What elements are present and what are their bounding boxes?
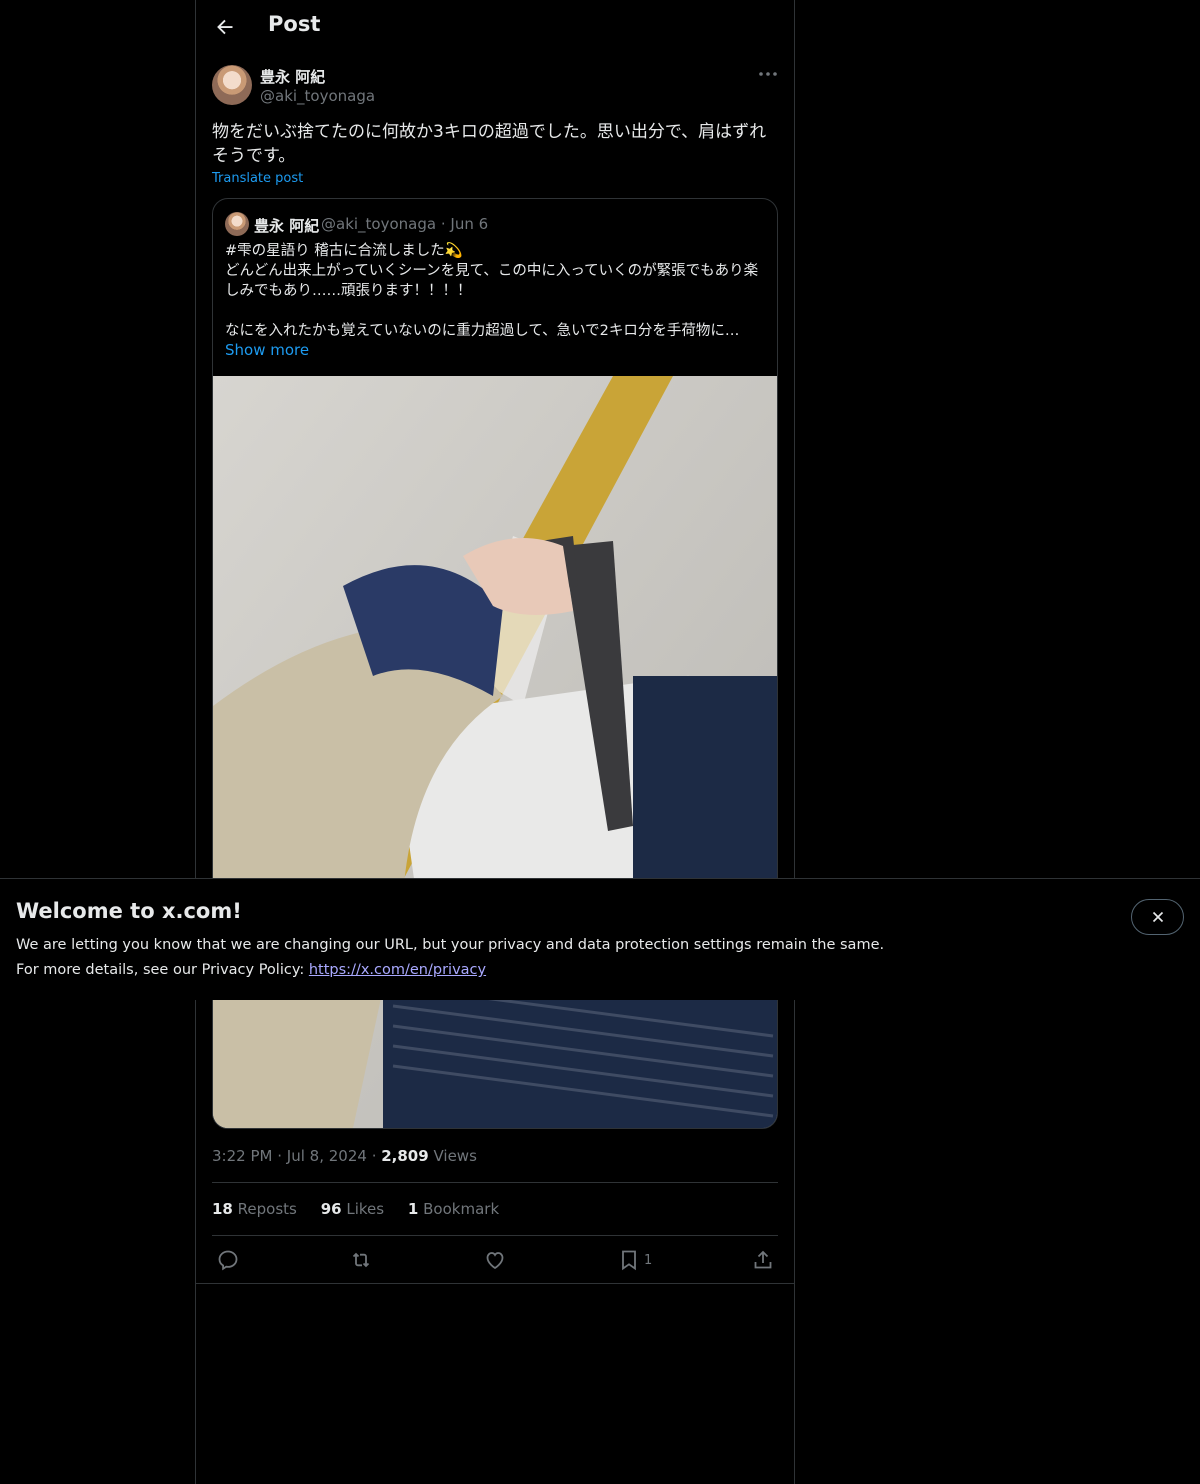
- views-label: Views: [433, 1147, 477, 1165]
- quote-line: なにを入れたかも覚えていないのに重力超過して、急いで2キロ分を手荷物に…: [225, 323, 740, 339]
- quote-date: Jun 6: [450, 215, 489, 233]
- bookmarks-count: 1: [407, 1200, 419, 1218]
- bookmark-count: 1: [644, 1253, 653, 1268]
- post-text: 物をだいぶ捨てたのに何故か3キロの超過でした。思い出分で、肩はずれそうです。: [212, 122, 767, 166]
- share-button[interactable]: [751, 1248, 775, 1272]
- likes-label: Likes: [346, 1200, 385, 1218]
- dot-separator: ·: [440, 215, 451, 233]
- translate-post-link[interactable]: Translate post: [212, 171, 303, 186]
- banner-text-prefix: For more details, see our Privacy Policy…: [16, 962, 309, 978]
- repost-button[interactable]: [349, 1248, 373, 1272]
- quote-avatar: [225, 212, 249, 236]
- reposts-label: Reposts: [237, 1200, 297, 1218]
- reply-icon: [218, 1250, 238, 1271]
- likes-stat[interactable]: 96 Likes: [321, 1200, 384, 1218]
- author-name[interactable]: 豊永 阿紀: [260, 66, 325, 87]
- url-change-banner: Welcome to x.com! We are letting you kno…: [0, 878, 1200, 1000]
- reposts-stat[interactable]: 18 Reposts: [212, 1200, 297, 1218]
- views-count: 2,809: [381, 1147, 429, 1165]
- back-button[interactable]: [210, 12, 240, 42]
- post-time[interactable]: 3:22 PM: [212, 1147, 272, 1165]
- divider: [212, 1182, 778, 1183]
- close-icon: [1152, 911, 1163, 923]
- bookmark-button[interactable]: [617, 1248, 641, 1272]
- quote-media-image[interactable]: [213, 376, 777, 1128]
- show-more-link[interactable]: Show more: [225, 341, 309, 359]
- banner-text-2: For more details, see our Privacy Policy…: [16, 962, 486, 978]
- reposts-count: 18: [212, 1200, 233, 1218]
- quote-line: #雫の星語り 稽古に合流しました💫: [225, 243, 463, 259]
- reply-button[interactable]: [216, 1248, 240, 1272]
- repost-icon: [352, 1252, 370, 1268]
- bookmark-icon: [622, 1250, 636, 1271]
- author-handle[interactable]: @aki_toyonaga: [260, 87, 375, 105]
- page-title: Post: [268, 12, 321, 36]
- quote-text: #雫の星語り 稽古に合流しました💫 どんどん出来上がっていくシーンを見て、この中…: [225, 241, 765, 341]
- avatar[interactable]: [212, 65, 252, 105]
- banner-text: We are letting you know that we are chan…: [16, 937, 885, 953]
- more-icon: [759, 72, 777, 76]
- bookmarks-stat[interactable]: 1 Bookmark: [408, 1200, 499, 1218]
- like-icon: [486, 1252, 504, 1270]
- quote-line: どんどん出来上がっていくシーンを見て、この中に入っていくのが緊張でもあり楽しみで…: [225, 263, 759, 299]
- quote-handle-date: @aki_toyonaga · Jun 6: [321, 215, 488, 233]
- post-date[interactable]: Jul 8, 2024: [287, 1147, 367, 1165]
- action-bar: 1: [196, 1236, 794, 1284]
- banner-title: Welcome to x.com!: [16, 899, 242, 923]
- primary-column: Post 豊永 阿紀 @aki_toyonaga 物をだいぶ捨てたのに何故か3キ…: [195, 0, 795, 1484]
- post-meta: 3:22 PM · Jul 8, 2024 · 2,809 Views: [212, 1147, 477, 1165]
- privacy-policy-link[interactable]: https://x.com/en/privacy: [309, 962, 486, 978]
- share-icon: [754, 1250, 772, 1269]
- quote-author-handle: @aki_toyonaga: [321, 215, 437, 233]
- bookmarks-label: Bookmark: [423, 1200, 500, 1218]
- post-stats: 18 Reposts 96 Likes 1 Bookmark: [212, 1200, 499, 1218]
- header: Post: [196, 0, 794, 54]
- like-button[interactable]: [483, 1248, 507, 1272]
- quote-author-name: 豊永 阿紀: [254, 217, 320, 235]
- more-button[interactable]: [756, 62, 780, 88]
- dot-separator: ·: [277, 1147, 287, 1165]
- close-banner-button[interactable]: [1131, 899, 1184, 935]
- back-arrow-icon: [217, 19, 233, 35]
- likes-count: 96: [320, 1200, 342, 1218]
- dot-separator: ·: [371, 1147, 382, 1165]
